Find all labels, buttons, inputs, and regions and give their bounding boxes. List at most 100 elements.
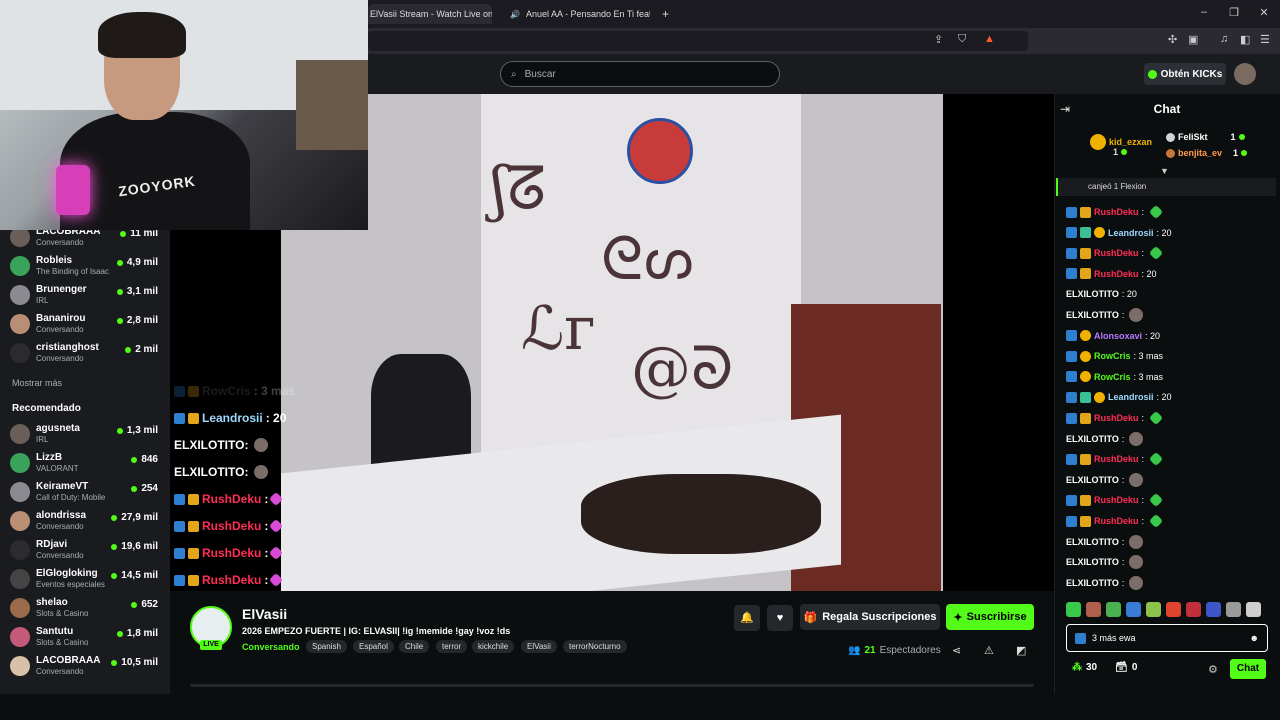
following-channel[interactable]: Bananirou Conversando 2,8 mil [10,311,160,339]
stream-tag[interactable]: Spanish [306,640,347,653]
get-kicks-button[interactable]: Obtén KICKs [1144,63,1226,85]
chat-message[interactable]: ELXILOTITO: [1066,430,1144,448]
emote-icon[interactable] [1146,602,1161,617]
chat-username[interactable]: RowCris [1094,372,1131,382]
chat-username[interactable]: RowCris [1094,351,1131,361]
browser-tab[interactable]: 🔊 Anuel AA - Pensando En Ti feat. [500,4,650,24]
sidebar-icon[interactable]: ▣ [1188,33,1198,46]
chat-input-box[interactable]: 3 más ewa ☻ [1066,624,1268,652]
chat-message[interactable]: RushDeku: 20 [1066,265,1157,283]
chat-username[interactable]: Leandrosii [1108,228,1154,238]
chat-message[interactable]: RushDeku: [1066,203,1164,221]
chat-username[interactable]: Leandrosii [1108,392,1154,402]
chat-username[interactable]: RushDeku [1094,248,1139,258]
emote-icon[interactable] [1226,602,1241,617]
chat-send-button[interactable]: Chat [1230,659,1266,679]
stream-tag[interactable]: Chile [399,640,430,653]
recommended-channel[interactable]: ElGlogloking Eventos especiales 14,5 mil [10,566,160,594]
following-channel[interactable]: Brunenger IRL 3,1 mil [10,282,160,310]
chat-message[interactable]: RushDeku: [1066,450,1164,468]
chat-username[interactable]: RushDeku [1094,495,1139,505]
chat-message[interactable]: RushDeku: [1066,491,1164,509]
streamer-name[interactable]: ElVasii [242,606,287,622]
maximize-icon[interactable]: ❐ [1226,6,1242,19]
url-field[interactable] [368,31,1028,51]
chat-username[interactable]: ELXILOTITO [1066,289,1119,299]
chat-username[interactable]: RushDeku [1094,454,1139,464]
emote-icon[interactable] [1166,602,1181,617]
music-icon[interactable]: ♫ [1220,33,1228,45]
chat-username[interactable]: ELXILOTITO [1066,537,1119,547]
chat-message[interactable]: RowCris: 3 mas [1066,347,1163,365]
brave-shield-icon[interactable]: ⛉ [958,33,966,46]
chat-message[interactable]: RushDeku: [1066,244,1164,262]
stream-tag[interactable]: Español [353,640,394,653]
expand-leaderboard-icon[interactable]: ▼ [1160,166,1169,176]
stream-tag[interactable]: kickchile [472,640,515,653]
chat-message[interactable]: RushDeku: [1066,409,1164,427]
follow-button[interactable]: ♥ [767,605,793,631]
search-input[interactable]: Buscar [525,69,556,80]
chat-username[interactable]: RushDeku [1094,269,1139,279]
clip-icon[interactable]: ◩ [1016,644,1026,657]
chat-username[interactable]: ELXILOTITO [1066,434,1119,444]
chat-input[interactable]: 3 más ewa [1092,633,1136,643]
stream-tag[interactable]: ElVasii [521,640,557,653]
chat-username[interactable]: ELXILOTITO [1066,578,1119,588]
chat-message[interactable]: ELXILOTITO: [1066,533,1144,551]
emote-icon[interactable] [1246,602,1261,617]
following-channel[interactable]: cristianghost Conversando 2 mil [10,340,160,368]
emote-icon[interactable] [1106,602,1121,617]
recommended-channel[interactable]: LizzB VALORANT 846 [10,450,160,478]
chat-message[interactable]: ELXILOTITO: [1066,553,1144,571]
notification-bell-button[interactable]: 🔔 [734,605,760,631]
chat-username[interactable]: ELXILOTITO [1066,310,1119,320]
recommended-channel[interactable]: alondrissa Conversando 27,9 mil [10,508,160,536]
following-channel[interactable]: Robleis The Binding of Isaac 4,9 mil [10,253,160,281]
recommended-channel[interactable]: shelao Slots & Casino 652 [10,595,160,623]
stream-tag[interactable]: terror [436,640,468,653]
extensions-icon[interactable]: ✣ [1168,33,1177,46]
chat-message[interactable]: ELXILOTITO: 20 [1066,285,1137,303]
chat-message[interactable]: Alonsoxavi: 20 [1066,327,1160,345]
gift-count-display[interactable]: 🗃 0 [1115,662,1137,673]
emote-icon[interactable] [1186,602,1201,617]
chat-username[interactable]: ELXILOTITO [1066,557,1119,567]
emote-icon[interactable] [1066,602,1081,617]
emote-icon[interactable] [1126,602,1141,617]
top-gifter[interactable]: FeliSkt 1 [1166,132,1245,142]
chat-username[interactable]: RushDeku [1094,207,1139,217]
search-bar[interactable]: ⌕ Buscar [500,61,780,87]
share-icon[interactable]: ⇪ [934,33,943,46]
chat-username[interactable]: RushDeku [1094,516,1139,526]
video-player[interactable]: ʃᘔ ᘓᔕ @ᘐ ℒᴦ [281,94,943,591]
stream-category[interactable]: Conversando [242,642,300,652]
new-tab-button[interactable]: + [662,4,676,24]
chat-message[interactable]: Leandrosii: 20 [1066,388,1172,406]
share-stream-icon[interactable]: ⋖ [952,644,961,657]
emoji-icon[interactable]: ☻ [1250,633,1259,643]
scroll-track[interactable] [190,684,1034,687]
points-display[interactable]: ⁂ 30 [1072,662,1097,673]
chat-message[interactable]: ELXILOTITO: [1066,471,1144,489]
show-more-link[interactable]: Mostrar más [12,378,62,388]
rewards-icon[interactable]: ▲ [984,33,995,45]
recommended-channel[interactable]: RDjavi Conversando 19,6 mil [10,537,160,565]
panel-icon[interactable]: ◧ [1240,33,1250,46]
chat-username[interactable]: Alonsoxavi [1094,331,1142,341]
chat-settings-icon[interactable]: ⚙ [1208,663,1218,676]
emote-bar[interactable] [1066,602,1270,618]
emote-icon[interactable] [1086,602,1101,617]
chat-message[interactable]: RushDeku: [1066,512,1164,530]
chat-message[interactable]: RowCris: 3 mas [1066,368,1163,386]
stream-tag[interactable]: terrorNocturno [563,640,627,653]
subscribe-button[interactable]: ✦ Suscribirse [946,604,1034,630]
top-gifter[interactable]: benjita_ev 1 [1166,148,1248,158]
recommended-channel[interactable]: agusneta IRL 1,3 mil [10,421,160,449]
menu-icon[interactable]: ☰ [1260,33,1270,46]
recommended-channel[interactable]: KeirameVT Call of Duty: Mobile 254 [10,479,160,507]
report-icon[interactable]: ⚠ [984,644,994,657]
close-window-icon[interactable]: ✕ [1256,6,1272,19]
user-avatar[interactable] [1234,63,1256,85]
chat-username[interactable]: ELXILOTITO [1066,475,1119,485]
